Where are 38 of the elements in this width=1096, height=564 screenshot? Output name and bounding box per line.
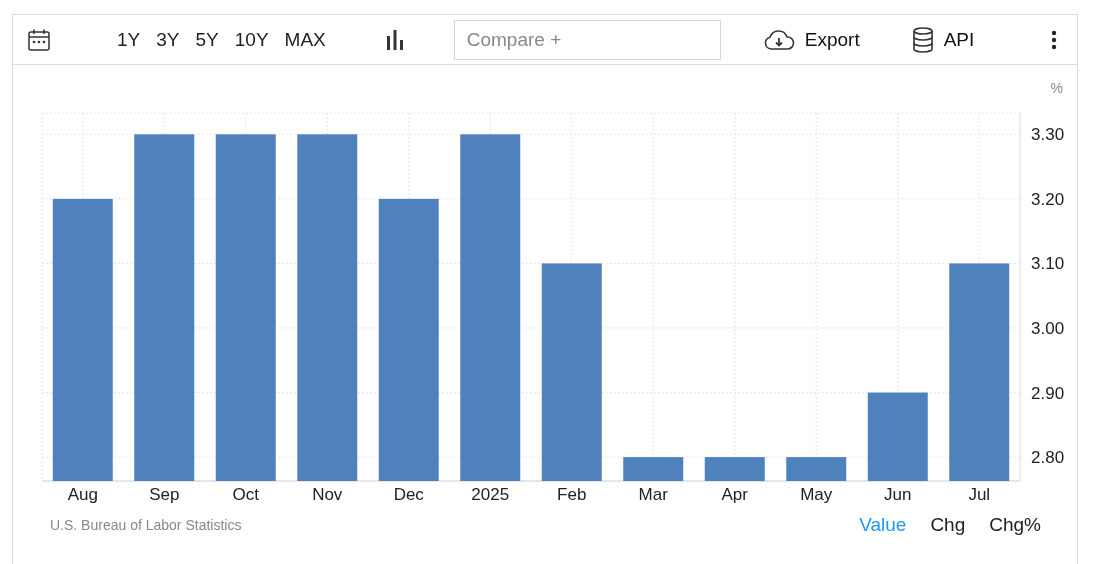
unit-label: % [1050, 80, 1063, 96]
y-axis-label: 2.90 [1031, 383, 1065, 403]
x-axis-label: Aug [67, 485, 98, 504]
x-axis-label: Nov [312, 485, 343, 504]
bar [704, 457, 765, 481]
source-text: U.S. Bureau of Labor Statistics [50, 517, 242, 533]
view-tab[interactable]: Chg% [989, 514, 1041, 536]
y-axis-label: 3.20 [1031, 189, 1065, 209]
bar [623, 457, 684, 481]
more-icon[interactable] [1051, 29, 1057, 50]
x-axis-label: Apr [721, 485, 748, 504]
range-button[interactable]: 10Y [226, 28, 277, 51]
calendar-icon[interactable] [27, 27, 51, 52]
view-tab[interactable]: Chg [930, 514, 966, 536]
compare-field[interactable]: Compare + [453, 19, 721, 60]
x-axis-label: Feb [557, 485, 587, 504]
range-button[interactable]: 1Y [109, 28, 149, 51]
api-button[interactable]: API [911, 26, 975, 53]
database-icon [911, 26, 934, 53]
bar [786, 457, 847, 481]
x-axis-label: Mar [638, 485, 668, 504]
export-button[interactable]: Export [762, 28, 860, 51]
x-axis-label: Jun [884, 485, 912, 504]
x-axis-label: 2025 [471, 485, 510, 504]
x-axis-label: May [800, 485, 833, 504]
cloud-download-icon [762, 28, 795, 51]
y-axis-label: 3.00 [1031, 319, 1065, 338]
bar-chart-icon[interactable] [385, 29, 404, 50]
range-button[interactable]: MAX [276, 28, 334, 51]
y-axis-label: 3.30 [1031, 125, 1065, 145]
range-button[interactable]: 3Y [148, 28, 188, 51]
y-axis-label: 2.80 [1031, 448, 1065, 468]
y-axis-label: 3.10 [1031, 254, 1065, 274]
x-axis-label: Jul [968, 485, 991, 504]
range-button[interactable]: 5Y [187, 28, 227, 51]
x-axis-label: Oct [232, 485, 259, 504]
x-axis-label: Sep [149, 485, 180, 504]
x-axis-label: Dec [393, 485, 424, 504]
